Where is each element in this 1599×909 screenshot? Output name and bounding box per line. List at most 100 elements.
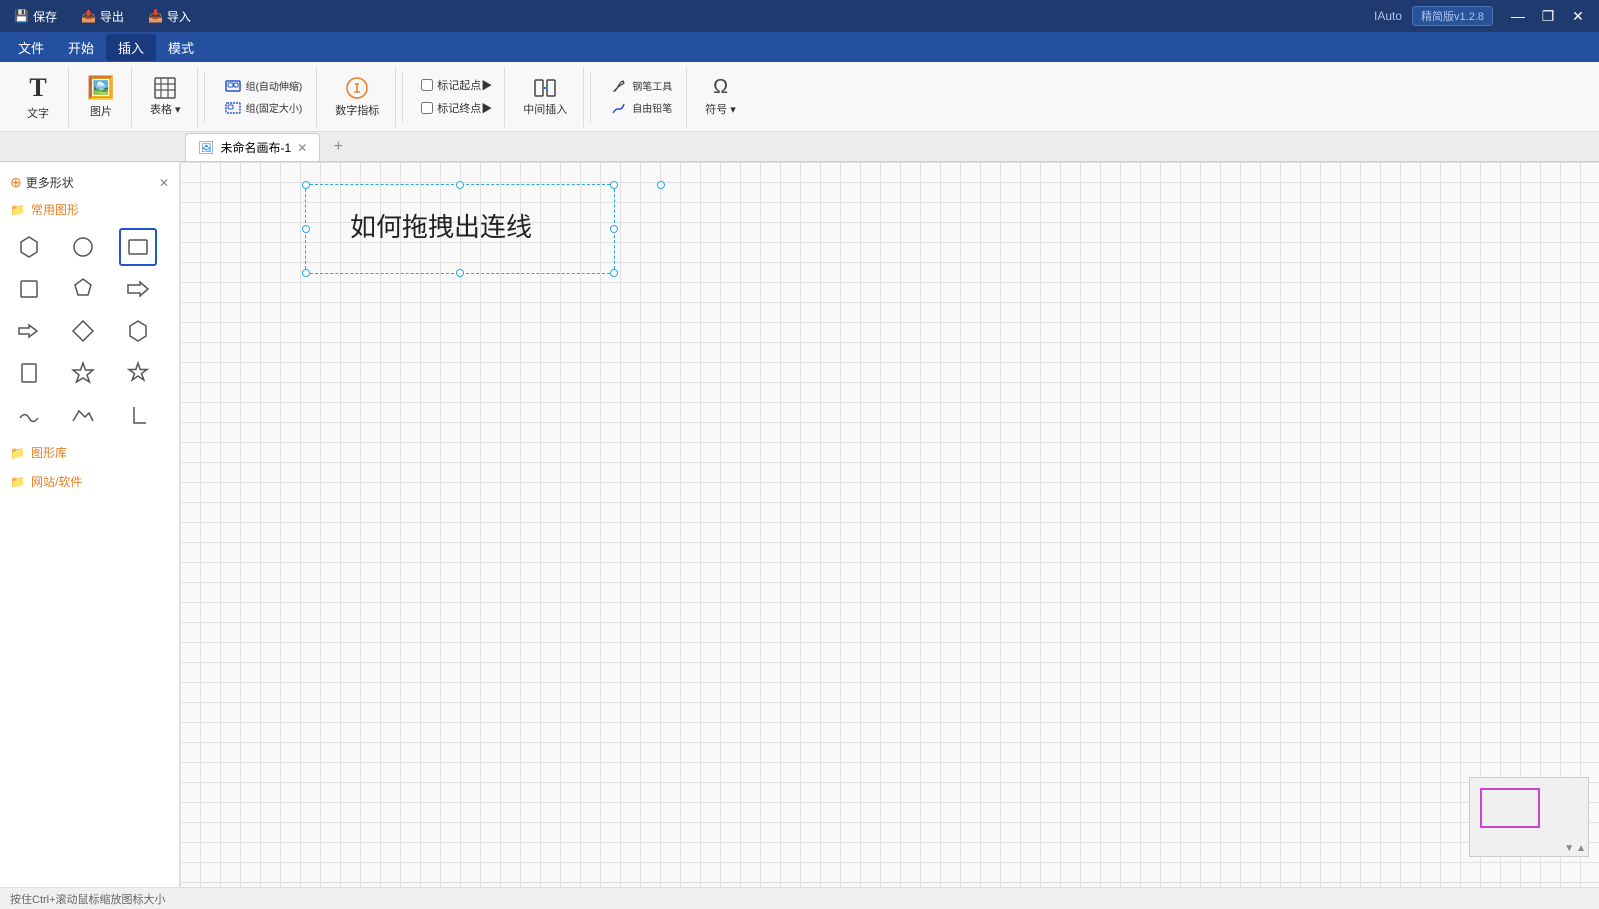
toolbar-divider-3	[590, 72, 591, 122]
toolbar-group-table: 表格 ▾	[134, 67, 198, 127]
shape-star5[interactable]	[64, 354, 102, 392]
free-pen-button[interactable]: 自由铅笔	[605, 98, 678, 118]
mark-start-label: 标记起点▶	[437, 77, 492, 93]
export-icon: 📤	[81, 9, 96, 23]
add-tab-button[interactable]: +	[324, 133, 352, 161]
group-auto-icon	[225, 78, 241, 94]
group-auto-button[interactable]: 组(自动伸缩)	[219, 76, 309, 96]
minimap-controls: ▼ ▲	[1564, 843, 1586, 854]
mark-end-checkbox[interactable]: 标记终点▶	[417, 98, 496, 118]
mark-end-label: 标记终点▶	[437, 100, 492, 116]
number-index-button[interactable]: 数字指标	[327, 70, 387, 124]
export-label: 导出	[100, 8, 124, 25]
symbol-label: 符号 ▾	[705, 101, 736, 117]
shape-circle[interactable]	[64, 228, 102, 266]
canvas-tab[interactable]: 🖼 未命名画布-1 ✕	[185, 133, 320, 161]
symbol-button[interactable]: Ω 符号 ▾	[697, 70, 744, 124]
shape-hexagon2[interactable]	[119, 312, 157, 350]
pen-tool-label: 钢笔工具	[632, 78, 672, 93]
title-bar: 💾 保存 📤 导出 📥 导入 IAuto 精简版v1.2.8 — ❐ ✕	[0, 0, 1599, 32]
menu-start[interactable]: 开始	[56, 34, 106, 61]
shape-pentagon[interactable]	[64, 270, 102, 308]
group-fixed-label: 组(固定大小)	[246, 100, 303, 115]
menu-file[interactable]: 文件	[6, 34, 56, 61]
group-fixed-button[interactable]: 组(固定大小)	[219, 98, 309, 118]
minimize-button[interactable]: —	[1505, 3, 1531, 29]
toolbar-group-image: 🖼️ 图片	[71, 67, 132, 127]
shape-hexagon[interactable]	[10, 228, 48, 266]
tab-bar: 🖼 未命名画布-1 ✕ +	[0, 132, 1599, 162]
shape-diamond[interactable]	[64, 312, 102, 350]
save-label: 保存	[33, 8, 57, 25]
number-index-icon	[345, 76, 369, 100]
symbol-icon: Ω	[713, 76, 728, 99]
sidebar: ⊕ 更多形状 ✕ 📁 常用图形	[0, 162, 180, 887]
toolbar-group-group: 组(自动伸缩) 组(固定大小)	[211, 67, 318, 127]
sidebar-close-icon[interactable]: ✕	[159, 176, 169, 190]
minimap-zoom-in[interactable]: ▲	[1576, 843, 1586, 854]
toolbar-group-insert: 中间插入	[507, 67, 584, 127]
import-label: 导入	[167, 8, 191, 25]
sidebar-header: ⊕ 更多形状 ✕	[0, 170, 179, 195]
middle-insert-label: 中间插入	[523, 101, 567, 117]
shape-library-folder-icon: 📁	[10, 446, 25, 460]
menu-insert[interactable]: 插入	[106, 34, 156, 61]
group-fixed-icon	[225, 100, 241, 116]
toolbar-group-number: 数字指标	[319, 67, 396, 127]
middle-insert-button[interactable]: 中间插入	[515, 70, 575, 124]
text-label: 文字	[27, 105, 49, 121]
title-bar-left: 💾 保存 📤 导出 📥 导入	[8, 6, 197, 27]
shape-arrow-right-2[interactable]	[10, 312, 48, 350]
table-button[interactable]: 表格 ▾	[142, 70, 189, 124]
shape-arrow-right[interactable]	[119, 270, 157, 308]
shape-square[interactable]	[10, 270, 48, 308]
image-icon: 🖼️	[87, 75, 114, 101]
save-button[interactable]: 💾 保存	[8, 6, 63, 27]
menu-bar: 文件 开始 插入 模式	[0, 32, 1599, 62]
mark-end-input[interactable]	[421, 102, 433, 114]
canvas-text: 如何拖拽出连线	[350, 207, 532, 244]
close-button[interactable]: ✕	[1565, 3, 1591, 29]
shape-rectangle[interactable]	[119, 228, 157, 266]
main-layout: ⊕ 更多形状 ✕ 📁 常用图形	[0, 162, 1599, 887]
canvas-tab-label: 未命名画布-1	[221, 139, 292, 156]
free-pen-label: 自由铅笔	[632, 100, 672, 115]
website-software-section[interactable]: 📁 网站/软件	[0, 467, 179, 496]
more-shapes-label: 更多形状	[26, 174, 74, 191]
shape-bracket[interactable]	[119, 396, 157, 434]
minimap: ▼ ▲	[1469, 777, 1589, 857]
content-area: 🖼 未命名画布-1 ✕ + ⊕ 更多形状 ✕ 📁 常用图形	[0, 132, 1599, 887]
toolbar-group-pen: 钢笔工具 自由铅笔	[597, 67, 687, 127]
folder-icon: 📁	[10, 203, 25, 217]
minimap-zoom-out[interactable]: ▼	[1564, 843, 1574, 854]
table-label: 表格 ▾	[150, 101, 181, 117]
menu-mode[interactable]: 模式	[156, 34, 206, 61]
version-badge: 精简版v1.2.8	[1412, 6, 1493, 26]
more-shapes-button[interactable]: ⊕ 更多形状	[10, 174, 74, 191]
import-icon: 📥	[148, 9, 163, 23]
image-button[interactable]: 🖼️ 图片	[79, 70, 123, 124]
image-label: 图片	[90, 103, 112, 119]
save-icon: 💾	[14, 9, 29, 23]
status-bar: 按住Ctrl+滚动鼠标缩放图标大小	[0, 887, 1599, 909]
canvas-tab-icon: 🖼	[198, 140, 215, 156]
canvas-area[interactable]: 如何拖拽出连线 ▼ ▲	[180, 162, 1599, 887]
import-button[interactable]: 📥 导入	[142, 6, 197, 27]
shape-rect-tall[interactable]	[10, 354, 48, 392]
canvas-background	[180, 162, 1599, 887]
pen-tool-button[interactable]: 钢笔工具	[605, 76, 678, 96]
number-index-label: 数字指标	[335, 102, 379, 118]
shape-star6[interactable]	[119, 354, 157, 392]
export-button[interactable]: 📤 导出	[75, 6, 130, 27]
shape-triangle[interactable]	[64, 396, 102, 434]
common-shapes-section[interactable]: 📁 常用图形	[0, 195, 179, 224]
mark-start-checkbox[interactable]: 标记起点▶	[417, 75, 496, 95]
mark-start-input[interactable]	[421, 79, 433, 91]
website-software-label: 网站/软件	[31, 473, 82, 490]
minimap-viewport	[1480, 788, 1540, 828]
shape-library-section[interactable]: 📁 图形库	[0, 438, 179, 467]
restore-button[interactable]: ❐	[1535, 3, 1561, 29]
text-button[interactable]: T 文字	[16, 70, 60, 124]
shape-arc[interactable]	[10, 396, 48, 434]
tab-close-button[interactable]: ✕	[297, 141, 307, 155]
